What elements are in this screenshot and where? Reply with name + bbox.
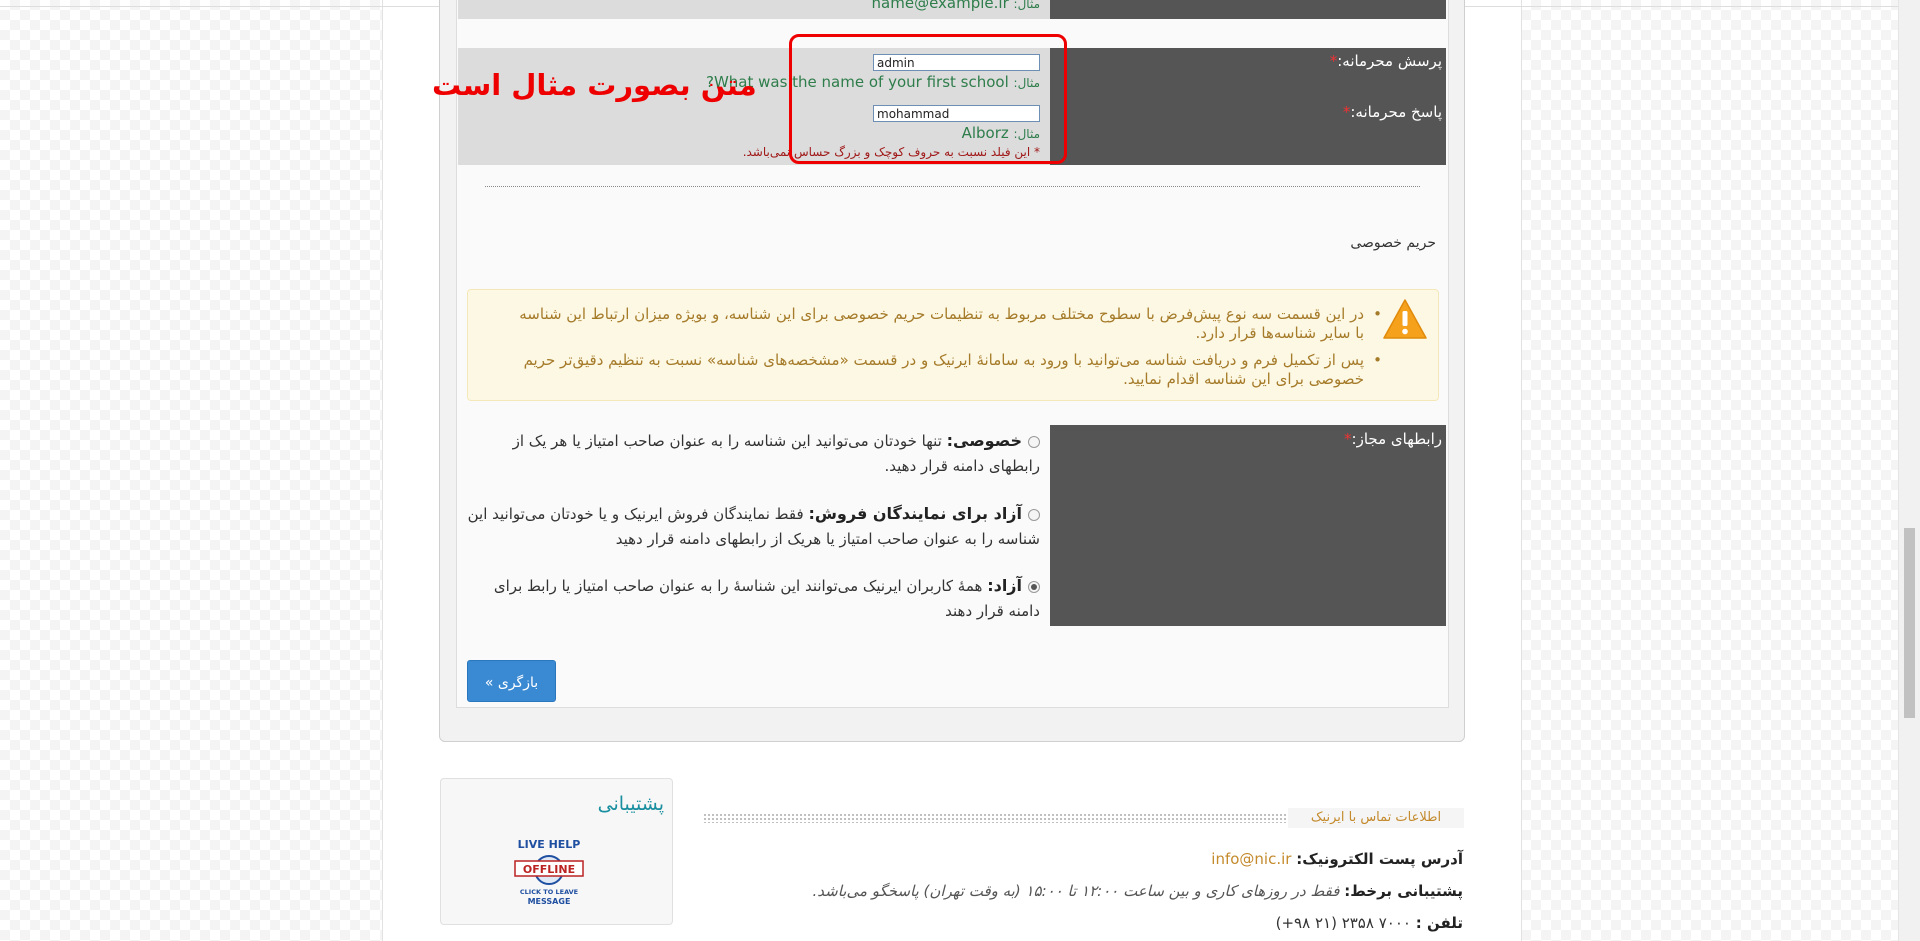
allowed-contacts-label: رابطهای مجاز:*	[1344, 430, 1442, 448]
email-label-cell	[1050, 0, 1446, 19]
radio-resellers[interactable]	[1028, 508, 1040, 521]
page-background-left	[0, 0, 382, 941]
contact-option-resellers[interactable]: آزاد برای نمایندگان فروش: فقط نمایندگان …	[460, 501, 1040, 552]
scrollbar-thumb[interactable]	[1904, 528, 1915, 718]
contact-title-dots	[703, 813, 1286, 823]
privacy-note: در این قسمت سه نوع پیش‌فرض با سطوح مختلف…	[516, 305, 1382, 343]
livehelp-line1: CLICK TO LEAVE	[520, 888, 578, 896]
security-question-label: پرسش محرمانه:*	[1329, 52, 1442, 70]
radio-private[interactable]	[1028, 435, 1040, 448]
security-answer-label: پاسخ محرمانه:*	[1342, 103, 1442, 121]
page-border-left	[382, 0, 383, 941]
contact-option-public[interactable]: آزاد: همهٔ کاربران ایرنیک می‌توانند این …	[460, 573, 1040, 624]
livehelp-line2: MESSAGE	[528, 897, 571, 906]
contact-phone-line: تلفن : ۷۰۰۰ ۲۳۵۸ (۲۱ ۹۸+)	[1275, 914, 1463, 932]
livehelp-status-text: OFFLINE	[523, 863, 575, 876]
radio-public[interactable]	[1028, 580, 1040, 593]
contact-email-line: آدرس پست الکترونیک: info@nic.ir	[1211, 850, 1463, 868]
page-border-right	[1521, 0, 1522, 941]
livehelp-top-text: LIVE HELP	[518, 838, 581, 851]
contact-email-link[interactable]: info@nic.ir	[1211, 850, 1291, 868]
contact-option-private[interactable]: خصوصی: تنها خودتان می‌توانید این شناسه ر…	[460, 428, 1040, 479]
back-button[interactable]: بازگری »	[467, 660, 556, 702]
privacy-notes-list: در این قسمت سه نوع پیش‌فرض با سطوح مختلف…	[516, 305, 1382, 397]
warning-icon	[1383, 299, 1427, 339]
support-title: پشتیبانی	[597, 793, 664, 815]
annotation-highlight-box	[789, 34, 1067, 164]
annotation-text: متن بصورت مثال است	[432, 68, 757, 102]
livehelp-offline-icon[interactable]: LIVE HELP OFFLINE CLICK TO LEAVE MESSAGE	[513, 834, 585, 912]
privacy-warning-box: در این قسمت سه نوع پیش‌فرض با سطوح مختلف…	[467, 289, 1439, 401]
support-box: پشتیبانی LIVE HELP OFFLINE CLICK TO LEAV…	[440, 778, 673, 925]
privacy-title: حریم خصوصی	[1350, 235, 1436, 251]
privacy-note: پس از تکمیل فرم و دریافت شناسه می‌توانید…	[516, 351, 1382, 389]
page-background-right	[1521, 0, 1899, 941]
vertical-scrollbar[interactable]	[1898, 0, 1920, 941]
allowed-contacts-label-cell	[1050, 425, 1446, 626]
contact-online-line: پشتیبانی برخط: فقط در روزهای کاری و بین …	[812, 882, 1463, 900]
email-example: مثال: name@example.ir	[871, 0, 1040, 12]
section-divider	[485, 186, 1420, 187]
contact-title: اطلاعات تماس با ایرنیک	[1288, 808, 1464, 828]
